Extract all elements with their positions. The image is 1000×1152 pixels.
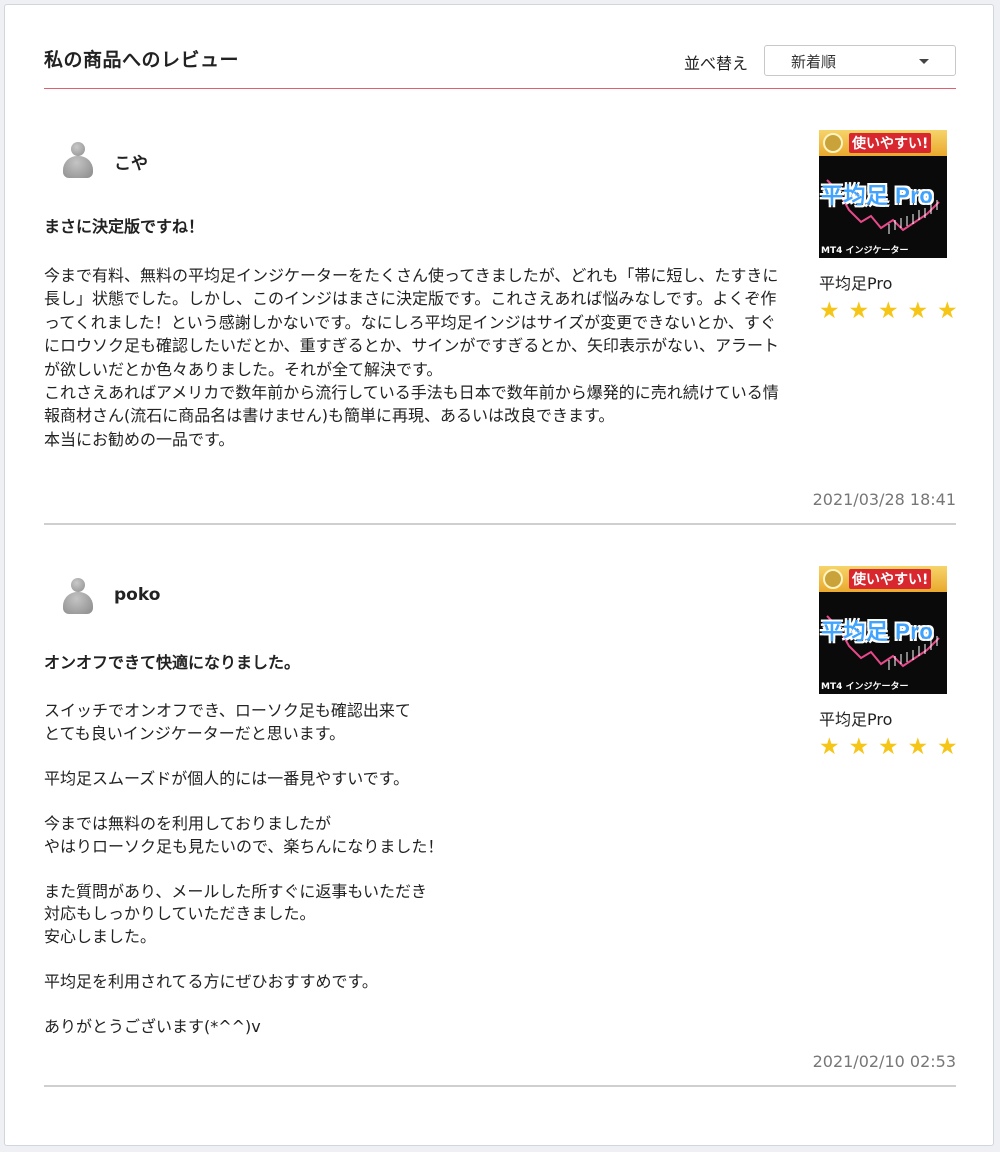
review-body: 今まで有料、無料の平均足インジケーターをたくさん使ってきましたが、どれも「帯に短… [44,266,780,449]
review-timestamp: 2021/02/10 02:53 [812,1052,956,1071]
avatar-icon [62,141,94,181]
product-thumbnail[interactable]: 使いやすい! 平均足 Pro MT4 インジケーター [819,566,947,694]
star-icon: ★ [848,298,870,324]
avatar-icon [62,577,94,617]
review-body: スイッチでオンオフでき、ローソク足も確認出来て とても良いインジケーターだと思い… [44,701,444,1037]
product-image-footer: MT4 インジケーター [821,682,909,692]
reviewed-product: 使いやすい! 平均足 Pro MT4 インジケーター 平均足Pro ★ ★ ★ … [819,566,959,760]
review-timestamp: 2021/03/28 18:41 [812,490,956,509]
star-icon: ★ [848,734,870,760]
username: poko [114,585,161,605]
star-icon: ★ [907,298,929,324]
sort-selected-value: 新着順 [791,53,837,71]
caret-down-icon [919,59,929,64]
star-icon: ★ [878,734,899,760]
username: こや [114,154,148,174]
reviewed-product: 使いやすい! 平均足 Pro MT4 インジケーター 平均足Pro ★ ★ ★ … [819,130,959,324]
star-icon: ★ [878,298,899,324]
review-item: こや まさに決定版ですね！ 今まで有料、無料の平均足インジケーターをたくさん使っ… [44,89,959,525]
sort-label: 並べ替え [683,54,748,73]
review-title: オンオフできて快適になりました。 [44,653,301,672]
review-title: まさに決定版ですね！ [44,217,205,236]
star-icon: ★ [937,298,958,324]
star-icon: ★ [937,734,958,760]
star-rating: ★ ★ ★ ★ ★ [819,298,959,324]
product-image-title: 平均足 Pro [821,183,934,208]
product-thumbnail[interactable]: 使いやすい! 平均足 Pro MT4 インジケーター [819,130,947,258]
star-icon: ★ [819,298,840,324]
star-icon: ★ [819,734,840,760]
star-icon: ★ [907,734,929,760]
star-rating: ★ ★ ★ ★ ★ [819,734,959,760]
sort-dropdown[interactable]: 新着順 [764,45,956,76]
reviews-content: 私の商品へのレビュー 並べ替え 新着順 こや まさに決定版ですね！ 今まで有料、… [44,5,959,1087]
reviews-panel: 私の商品へのレビュー 並べ替え 新着順 こや まさに決定版ですね！ 今まで有料、… [4,4,994,1146]
page-title: 私の商品へのレビュー [44,49,240,71]
product-name[interactable]: 平均足Pro [819,270,959,294]
panel-header: 私の商品へのレビュー 並べ替え 新着順 [44,5,956,89]
product-image-footer: MT4 インジケーター [821,246,909,256]
review-item: poko オンオフできて快適になりました。 スイッチでオンオフでき、ローソク足も… [44,525,959,1087]
product-image-title: 平均足 Pro [821,619,934,644]
product-name[interactable]: 平均足Pro [819,706,959,730]
